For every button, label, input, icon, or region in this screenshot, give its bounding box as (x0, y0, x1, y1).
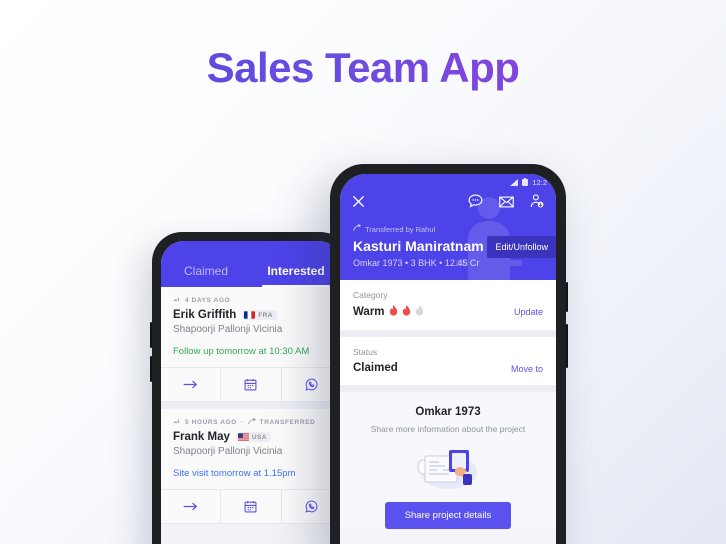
transfer-arrow-icon (247, 418, 256, 426)
meta-dot: · (240, 418, 244, 426)
transfer-note-text: Transferred by Rahul (365, 224, 436, 234)
lead-tabs: Claimed Interested (161, 241, 341, 287)
lead-note: Follow up tomorrow at 10:30 AM (173, 346, 310, 357)
card-separator (161, 402, 341, 409)
country-code: USA (251, 433, 267, 441)
project-promo: Omkar 1973 Share more information about … (340, 392, 556, 529)
volume-button[interactable] (150, 322, 152, 348)
left-phone-mockup: Claimed Interested 4 DAYS AGO Erik Griff… (150, 232, 350, 544)
promo-title: Omkar 1973 (415, 406, 481, 418)
category-label: Category (353, 290, 388, 300)
lead-actions (161, 489, 341, 523)
volume-button[interactable] (566, 324, 568, 368)
flame-icon (389, 305, 398, 319)
status-move-to-button[interactable]: Move to (511, 364, 543, 374)
flame-icon (402, 305, 411, 319)
transfer-note: Transferred by Rahul (353, 224, 556, 234)
clock-time: 12:2 (532, 177, 547, 187)
status-label: Status (353, 347, 378, 357)
close-icon[interactable] (352, 195, 365, 213)
header-toolbar (340, 190, 556, 213)
section-divider (340, 330, 556, 337)
battery-icon (522, 178, 529, 186)
lead-card[interactable]: 5 HOURS AGO · TRANSFERRED Frank May USA … (161, 409, 341, 524)
flag-usa-icon (237, 433, 249, 441)
tab-claimed[interactable]: Claimed (161, 264, 251, 287)
lead-card[interactable]: 4 DAYS AGO Erik Griffith FRA Shapoorji P… (161, 287, 341, 402)
call-icon (173, 418, 181, 426)
lead-note: Site visit tomorrow at 1.15pm (173, 468, 296, 479)
lead-time-ago: 4 DAYS AGO (185, 296, 231, 304)
add-person-icon[interactable] (530, 194, 544, 213)
lead-card-body: 5 HOURS AGO · TRANSFERRED Frank May USA … (161, 409, 341, 489)
blueprint-illustration (417, 450, 477, 489)
lead-name: Erik Griffith (173, 309, 237, 321)
header-illustration (456, 197, 522, 280)
status-bar: 12:2 (340, 174, 556, 190)
arrow-right-icon[interactable] (161, 368, 222, 401)
status-section: Status Claimed Move to (340, 337, 556, 385)
lead-project: Shapoorji Pallonji Vicinia (173, 324, 283, 335)
category-section: Category Warm Update (340, 280, 556, 330)
app-showcase-canvas: Sales Team App Claimed Interested 4 DAYS… (0, 0, 726, 544)
lead-detail-header: 12:2 Transferred by Rahul Kasturi Manira… (340, 174, 556, 280)
arrow-right-icon[interactable] (161, 490, 222, 523)
flame-icon-empty (415, 305, 424, 319)
calendar-icon[interactable] (221, 368, 282, 401)
share-project-details-button[interactable]: Share project details (384, 502, 512, 529)
transfer-arrow-icon (353, 224, 362, 234)
lead-meta: 4 DAYS AGO (173, 296, 329, 304)
power-button[interactable] (150, 356, 152, 382)
lead-time-ago: 5 HOURS AGO (185, 418, 237, 426)
promo-subtitle: Share more information about the project (370, 424, 526, 434)
lead-transferred-badge: TRANSFERRED (259, 418, 316, 426)
lead-card-body: 4 DAYS AGO Erik Griffith FRA Shapoorji P… (161, 287, 341, 367)
power-button[interactable] (566, 282, 568, 312)
call-icon (173, 296, 181, 304)
lead-project: Shapoorji Pallonji Vicinia (173, 446, 283, 457)
left-phone-screen: Claimed Interested 4 DAYS AGO Erik Griff… (161, 241, 341, 544)
lead-actions (161, 367, 341, 401)
country-chip: USA (235, 432, 271, 442)
lead-name: Frank May (173, 431, 230, 443)
right-phone-screen: 12:2 Transferred by Rahul Kasturi Manira… (340, 174, 556, 544)
category-update-button[interactable]: Update (514, 307, 543, 317)
page-title: Sales Team App (0, 44, 726, 92)
edit-unfollow-tooltip[interactable]: Edit/Unfollow (487, 236, 556, 258)
lead-meta: 5 HOURS AGO · TRANSFERRED (173, 418, 329, 426)
right-phone-mockup: 12:2 Transferred by Rahul Kasturi Manira… (330, 164, 568, 544)
lead-details: Omkar 1973 • 3 BHK • 12.45 Cr (353, 258, 480, 268)
country-chip: FRA (242, 310, 277, 320)
section-divider (340, 385, 556, 392)
lead-name-row: Erik Griffith FRA (173, 309, 329, 321)
flag-france-icon (244, 311, 256, 319)
calendar-icon[interactable] (221, 490, 282, 523)
tab-interested[interactable]: Interested (251, 264, 341, 287)
signal-icon (510, 178, 519, 186)
country-code: FRA (258, 311, 273, 319)
category-value: Warm (353, 306, 385, 318)
lead-name-row: Frank May USA (173, 431, 329, 443)
